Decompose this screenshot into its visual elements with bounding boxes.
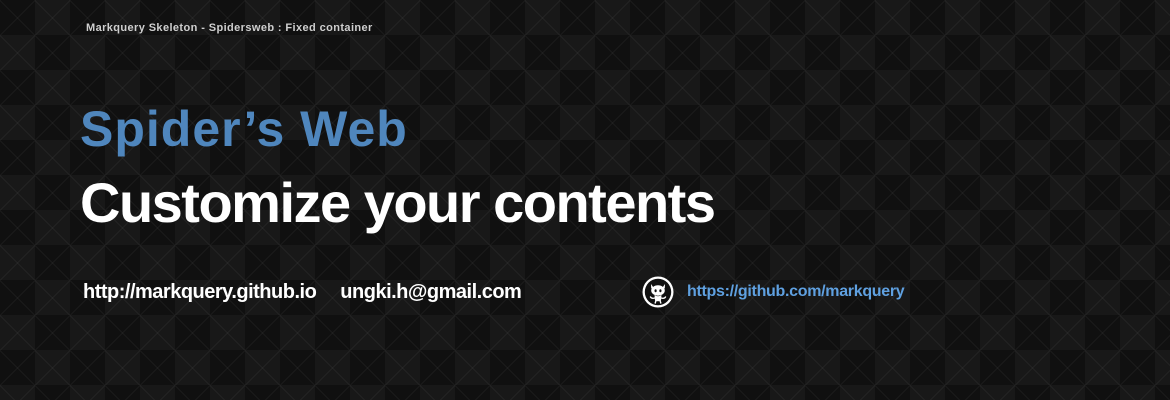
github-octocat-icon[interactable] bbox=[641, 275, 675, 309]
github-block: https://github.com/markquery bbox=[641, 273, 905, 311]
hero-subtitle: Customize your contents bbox=[80, 171, 716, 234]
website-link[interactable]: http://markquery.github.io bbox=[83, 281, 317, 304]
github-link[interactable]: https://github.com/markquery bbox=[687, 283, 905, 301]
top-label: Markquery Skeleton - Spidersweb : Fixed … bbox=[86, 22, 373, 34]
email-link[interactable]: ungki.h@gmail.com bbox=[340, 281, 522, 304]
hero-title: Spider’s Web bbox=[80, 101, 408, 157]
page: Markquery Skeleton - Spidersweb : Fixed … bbox=[0, 0, 1170, 400]
contact-links: http://markquery.github.io ungki.h@gmail… bbox=[83, 278, 522, 306]
